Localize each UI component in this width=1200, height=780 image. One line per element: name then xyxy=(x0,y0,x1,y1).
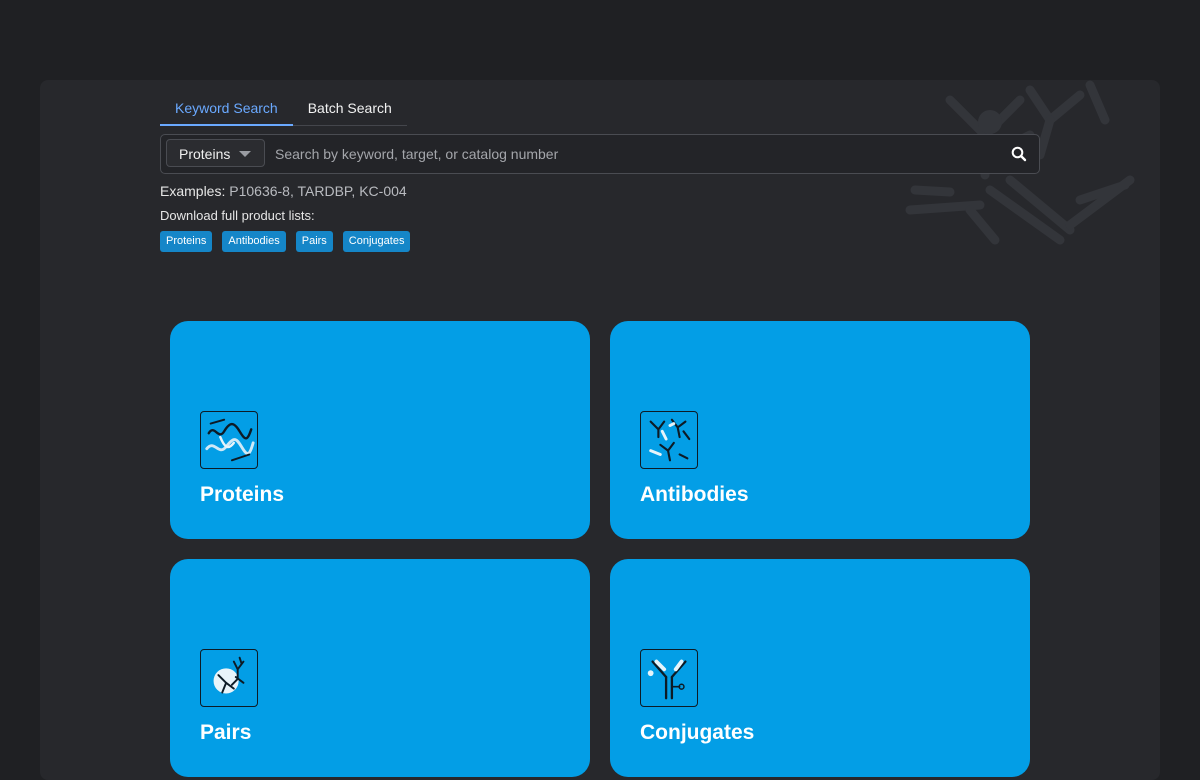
pairs-icon xyxy=(200,649,258,707)
category-card-conjugates[interactable]: Conjugates xyxy=(610,559,1030,777)
download-chip-proteins[interactable]: Proteins xyxy=(160,231,213,252)
search-examples: Examples: P10636-8, TARDBP, KC-004 xyxy=(160,183,407,199)
category-card-proteins[interactable]: Proteins xyxy=(170,321,590,539)
card-title: Conjugates xyxy=(640,721,755,744)
card-title: Pairs xyxy=(200,721,252,744)
download-label: Download full product lists: xyxy=(160,208,315,223)
tab-batch-search[interactable]: Batch Search xyxy=(293,94,407,125)
antibodies-icon xyxy=(640,411,698,469)
examples-label: Examples: xyxy=(160,183,226,199)
category-card-pairs[interactable]: Pairs xyxy=(170,559,590,777)
card-title: Proteins xyxy=(200,483,285,506)
caret-down-icon xyxy=(239,151,251,157)
conjugate-icon xyxy=(640,649,698,707)
download-chip-pairs[interactable]: Pairs xyxy=(295,231,333,252)
search-panel: Keyword Search Batch Search Proteins Exa… xyxy=(40,80,1160,780)
search-input[interactable] xyxy=(273,140,977,168)
category-card-antibodies[interactable]: Antibodies xyxy=(610,321,1030,539)
protein-icon xyxy=(200,411,258,469)
search-bar: Proteins xyxy=(160,134,1040,174)
download-chips: Proteins Antibodies Pairs Conjugates xyxy=(160,231,420,252)
search-icon[interactable] xyxy=(1011,146,1027,162)
search-tabs: Keyword Search Batch Search xyxy=(160,94,407,126)
examples-values: P10636-8, TARDBP, KC-004 xyxy=(229,183,407,199)
tab-keyword-search[interactable]: Keyword Search xyxy=(160,94,293,126)
card-title: Antibodies xyxy=(640,483,749,506)
download-chip-conjugates[interactable]: Conjugates xyxy=(342,231,411,252)
download-chip-antibodies[interactable]: Antibodies xyxy=(222,231,286,252)
category-select[interactable]: Proteins xyxy=(166,139,265,167)
category-select-value: Proteins xyxy=(179,146,231,162)
